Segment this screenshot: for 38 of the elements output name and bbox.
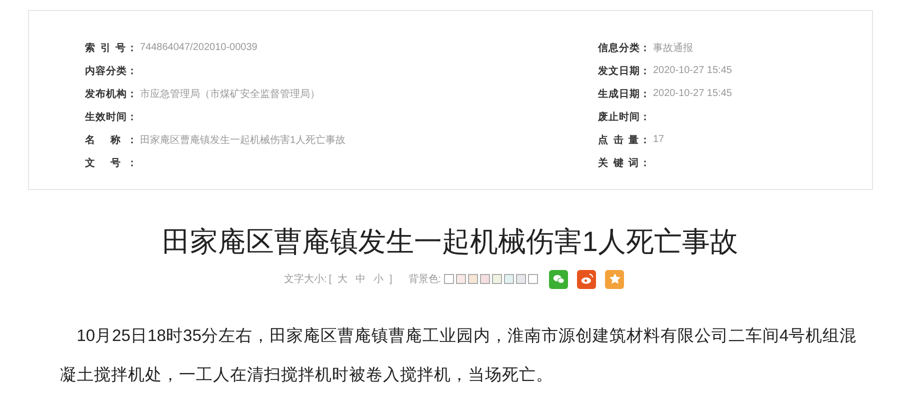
field-label: 内容分类： [85,64,137,78]
color-swatch[interactable] [504,274,514,284]
field-label: 废止时间： [598,110,650,124]
article-title: 田家庵区曹庵镇发生一起机械伤害1人死亡事故 [161,225,739,259]
field-label: 索 引 号： [85,42,137,54]
bracket: [ [328,274,332,284]
color-swatch[interactable] [444,274,454,284]
field-value: 2020-10-27 15:45 [653,65,732,76]
field-value: 2020-10-27 15:45 [653,88,732,99]
field-label: 生成日期： [598,88,650,100]
field-value: 事故通报 [653,42,693,54]
weibo-icon[interactable] [577,270,596,288]
wechat-icon[interactable] [549,270,568,288]
field-value: 744864047/202010-00039 [140,42,258,53]
background-color-label: 背景色: [408,272,442,286]
color-swatch[interactable] [516,274,526,284]
font-size-link[interactable]: 小 [374,272,384,286]
field-label: 发文日期： [598,64,650,78]
bracket: ] [390,274,392,284]
field-value: 田家庵区曹庵镇发生一起机械伤害1人死亡事故 [140,134,346,146]
field-label: 名 称： [85,134,137,146]
font-size-label: 文字大小: [284,272,327,286]
color-swatch[interactable] [492,274,502,284]
font-size-link[interactable]: 中 [356,272,366,286]
font-size-link[interactable]: 大 [338,272,348,286]
article-paragraph: 10月25日18时35分左右，田家庵区曹庵镇曹庵工业园内，淮南市源创建筑材料有限公司二车间4号机组混凝土搅拌机处，一工人在清扫搅拌机时被卷入搅拌机，当场死亡。 [60,325,858,386]
field-label: 关 键 词： [598,156,650,170]
color-swatch[interactable] [528,274,538,284]
field-label: 生效时间： [85,110,137,124]
field-value: 市应急管理局（市煤矿安全监督管理局） [140,88,320,100]
field-label: 点 击 量： [598,134,650,146]
field-label: 文 号： [85,156,137,170]
color-swatch[interactable] [468,274,478,284]
color-swatch[interactable] [480,274,490,284]
field-label: 发布机构： [85,88,137,100]
color-swatch[interactable] [456,274,466,284]
field-label: 信息分类： [598,42,650,54]
field-value: 17 [653,134,664,145]
